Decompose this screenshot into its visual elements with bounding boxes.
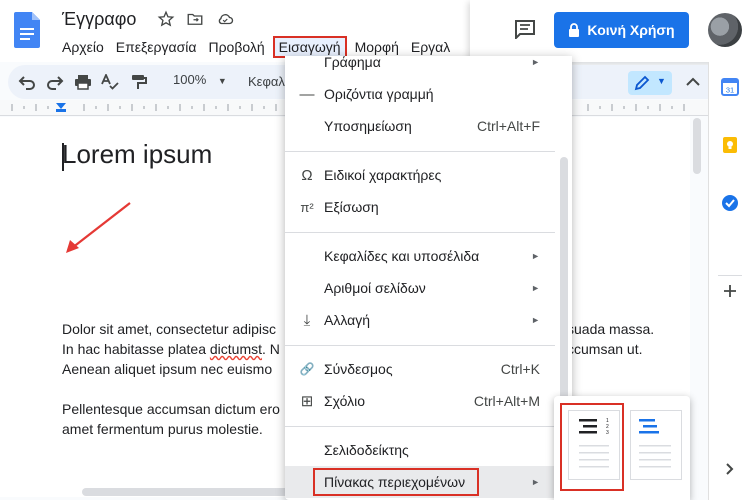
para1-line2-left: In hac habitasse platea [62, 341, 210, 357]
menu-item-label: Σελιδοδείκτης [324, 442, 409, 458]
vertical-scrollbar[interactable] [693, 118, 701, 174]
chevron-right-icon[interactable] [725, 462, 735, 476]
submenu-arrow-icon: ► [531, 283, 540, 293]
chevron-down-icon: ▼ [217, 76, 227, 86]
paint-format-icon[interactable] [129, 74, 147, 90]
link-icon: 🔗 [299, 362, 315, 376]
pi-icon: π² [300, 199, 314, 215]
menu-divider [285, 345, 555, 346]
para1-line1-left: Dolor sit amet, consectetur adipisc [62, 321, 276, 337]
para2-line1-left: Pellentesque accumsan dictum ero [62, 401, 280, 417]
submenu-arrow-icon: ► [531, 477, 540, 487]
menu-item-break[interactable]: ⤓ Αλλαγή ► [285, 304, 572, 336]
menu-item-label: Σύνδεσμος [324, 361, 393, 377]
menu-item-bookmark[interactable]: Σελιδοδείκτης [285, 434, 572, 466]
menu-edit[interactable]: Επεξεργασία [110, 36, 203, 58]
para2-line2: amet fermentum purus molestie. [62, 421, 263, 437]
redo-icon[interactable] [46, 74, 64, 90]
menu-divider [285, 151, 555, 152]
submenu-arrow-icon: ► [531, 251, 540, 261]
zoom-select[interactable]: 100% ▼ [173, 72, 227, 87]
menu-insert[interactable]: Εισαγωγή [272, 36, 347, 58]
chevron-down-icon: ▼ [657, 76, 666, 86]
header-actions: Κοινή Χρήση [470, 0, 750, 62]
keep-icon[interactable] [721, 136, 739, 154]
menu-item-label: Αριθμοί σελίδων [324, 280, 426, 296]
submenu-arrow-icon: ► [531, 57, 540, 67]
comment-add-icon: ⊞ [300, 393, 314, 410]
menu-item-chart[interactable]: Γράφημα ► [285, 56, 572, 78]
menu-divider [285, 426, 555, 427]
spellcheck-icon[interactable] [101, 74, 119, 90]
omega-icon: Ω [301, 166, 313, 184]
menu-item-special-characters[interactable]: Ω Ειδικοί χαρακτήρες [285, 159, 572, 191]
avatar[interactable] [708, 13, 742, 47]
svg-text:31: 31 [726, 86, 734, 95]
menu-item-shortcut: Ctrl+Alt+F [476, 118, 540, 134]
star-icon[interactable] [157, 10, 175, 28]
menu-item-footnote[interactable]: Υποσημείωση Ctrl+Alt+F [285, 110, 572, 142]
lock-icon [569, 23, 580, 37]
menu-item-label: Οριζόντια γραμμή [324, 86, 434, 102]
print-icon[interactable] [74, 74, 92, 90]
menu-item-shortcut: Ctrl+Alt+M [473, 393, 540, 409]
menu-item-link[interactable]: 🔗 Σύνδεσμος Ctrl+K [285, 353, 572, 385]
undo-icon[interactable] [18, 74, 36, 90]
comments-icon[interactable] [514, 19, 536, 39]
menu-item-label: Σχόλιο [324, 393, 366, 409]
menu-item-label: Γράφημα [324, 56, 381, 70]
spelling-error-word[interactable]: dictumst [210, 341, 262, 357]
menu-item-label: Ειδικοί χαρακτήρες [324, 167, 442, 183]
menu-item-page-numbers[interactable]: Αριθμοί σελίδων ► [285, 272, 572, 304]
menu-item-label: Κεφαλίδες και υποσέλιδα [324, 248, 480, 264]
menu-item-label: Υποσημείωση [324, 118, 412, 134]
add-addon-icon[interactable] [723, 284, 737, 298]
menu-item-label: Αλλαγή [324, 312, 371, 328]
tasks-icon[interactable] [721, 194, 739, 212]
side-panel-divider [718, 275, 742, 276]
zoom-value: 100% [173, 72, 207, 87]
para1-line3-left: Aenean aliquet ipsum nec euismo [62, 361, 273, 377]
editing-mode-button[interactable]: ▼ [628, 71, 672, 95]
highlight-box [560, 403, 624, 491]
menu-item-comment[interactable]: ⊞ Σχόλιο Ctrl+Alt+M [285, 385, 572, 417]
para1-line2-mid: . N [262, 341, 280, 357]
para1-line2-right: ccumsan ut. [567, 341, 643, 357]
menu-view[interactable]: Προβολή [202, 36, 270, 58]
menu-item-equation[interactable]: π² Εξίσωση [285, 191, 572, 223]
menu-item-shortcut: Ctrl+K [500, 361, 540, 377]
menu-item-headers-footers[interactable]: Κεφαλίδες και υποσέλιδα ► [285, 240, 572, 272]
break-icon: ⤓ [303, 311, 311, 329]
toc-option-blue-links[interactable] [630, 410, 682, 480]
menu-tools[interactable]: Εργαλ [405, 36, 456, 58]
menu-divider [285, 232, 555, 233]
menu-item-label: Πίνακας περιεχομένων [324, 474, 466, 490]
document-title[interactable]: Έγγραφο [62, 9, 136, 30]
pencil-icon [634, 75, 650, 91]
insert-menu: Γράφημα ► — Οριζόντια γραμμή Υποσημείωση… [285, 56, 572, 500]
docs-logo-icon[interactable] [14, 12, 40, 48]
red-arrow-annotation [66, 202, 131, 253]
menu-scrollbar[interactable] [560, 157, 568, 407]
share-button-label: Κοινή Χρήση [587, 22, 675, 38]
menu-format[interactable]: Μορφή [349, 36, 405, 58]
side-panel: 31 [708, 62, 750, 500]
submenu-arrow-icon: ► [531, 315, 540, 325]
menu-item-label: Εξίσωση [324, 199, 379, 215]
toc-blue-links-icon [639, 419, 671, 468]
paragraph-style-select[interactable]: Κεφαλ [248, 74, 285, 89]
calendar-icon[interactable]: 31 [721, 78, 739, 96]
cloud-status-icon[interactable] [216, 10, 234, 28]
share-button[interactable]: Κοινή Χρήση [554, 12, 689, 48]
para1-line1-right: suada massa. [567, 321, 655, 337]
move-folder-icon[interactable] [186, 10, 204, 28]
horizontal-line-icon: — [299, 85, 315, 103]
document-heading[interactable]: Lorem ipsum [62, 139, 212, 170]
menu-item-horizontal-line[interactable]: — Οριζόντια γραμμή [285, 78, 572, 110]
chevron-up-icon[interactable] [684, 74, 702, 90]
menu-file[interactable]: Αρχείο [56, 36, 110, 58]
menu-item-table-of-contents[interactable]: Πίνακας περιεχομένων ► [285, 466, 572, 498]
